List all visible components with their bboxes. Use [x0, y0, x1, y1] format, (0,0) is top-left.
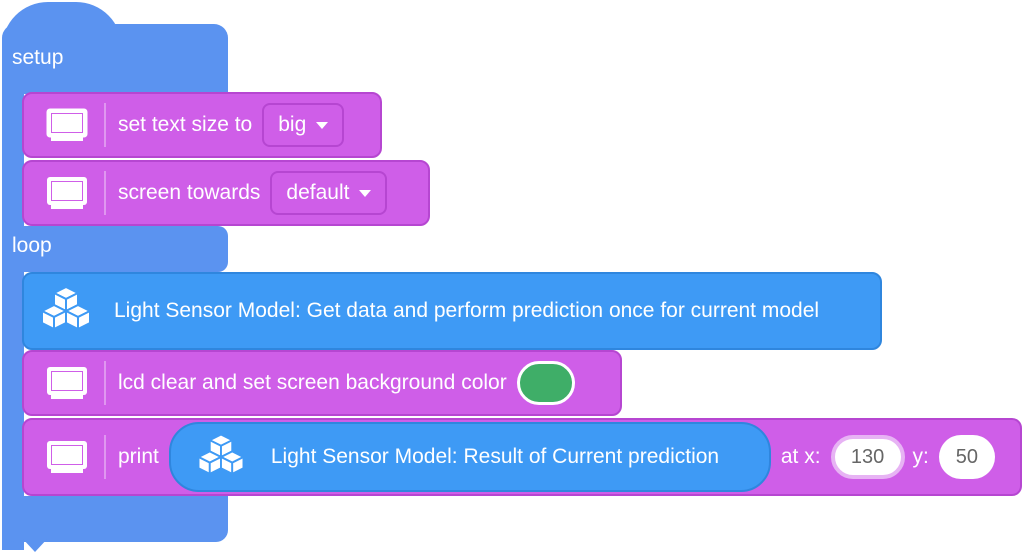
loop-label: loop: [12, 234, 52, 257]
text-size-dropdown[interactable]: big: [262, 103, 345, 147]
caret-down-icon: [316, 121, 329, 129]
block-foot-notch: [22, 538, 48, 552]
y-position-input[interactable]: 50: [938, 435, 995, 479]
light-sensor-predict-label: Light Sensor Model: Get data and perform…: [114, 299, 820, 322]
loop-section[interactable]: loop: [2, 226, 228, 272]
at-x-label: at x:: [780, 445, 821, 468]
screen-orientation-value: default: [286, 181, 350, 204]
text-size-value: big: [278, 113, 307, 136]
screen-icon: [44, 364, 90, 402]
lcd-clear-block[interactable]: lcd clear and set screen background colo…: [22, 350, 622, 416]
separator: [104, 435, 106, 479]
screen-icon: [44, 174, 90, 212]
set-text-size-label: set text size to: [118, 113, 253, 136]
light-sensor-predict-block[interactable]: Light Sensor Model: Get data and perform…: [22, 272, 882, 350]
print-block[interactable]: print Light Sensor Model: Result of Curr…: [22, 418, 1022, 496]
separator: [104, 171, 106, 215]
lcd-clear-label: lcd clear and set screen background colo…: [118, 371, 507, 394]
light-sensor-result-reporter[interactable]: Light Sensor Model: Result of Current pr…: [168, 422, 771, 492]
screen-towards-block[interactable]: screen towards default: [22, 160, 430, 226]
separator: [104, 361, 106, 405]
separator: [104, 103, 106, 147]
block-spine: [2, 80, 24, 550]
light-sensor-result-label: Light Sensor Model: Result of Current pr…: [270, 445, 720, 468]
print-label: print: [118, 445, 159, 468]
block-foot: [2, 496, 228, 542]
y-label: y:: [912, 445, 929, 468]
caret-down-icon: [359, 189, 372, 197]
set-text-size-block[interactable]: set text size to big: [22, 92, 382, 158]
cubes-icon: [191, 431, 251, 483]
x-position-input[interactable]: 130: [830, 435, 905, 479]
screen-icon: [44, 106, 90, 144]
cubes-icon: [34, 284, 98, 338]
setup-hat-block[interactable]: setup: [2, 24, 228, 94]
setup-label: setup: [12, 46, 64, 69]
screen-towards-label: screen towards: [118, 181, 261, 204]
screen-icon: [44, 438, 90, 476]
screen-orientation-dropdown[interactable]: default: [270, 171, 388, 215]
background-color-swatch[interactable]: [516, 361, 575, 405]
